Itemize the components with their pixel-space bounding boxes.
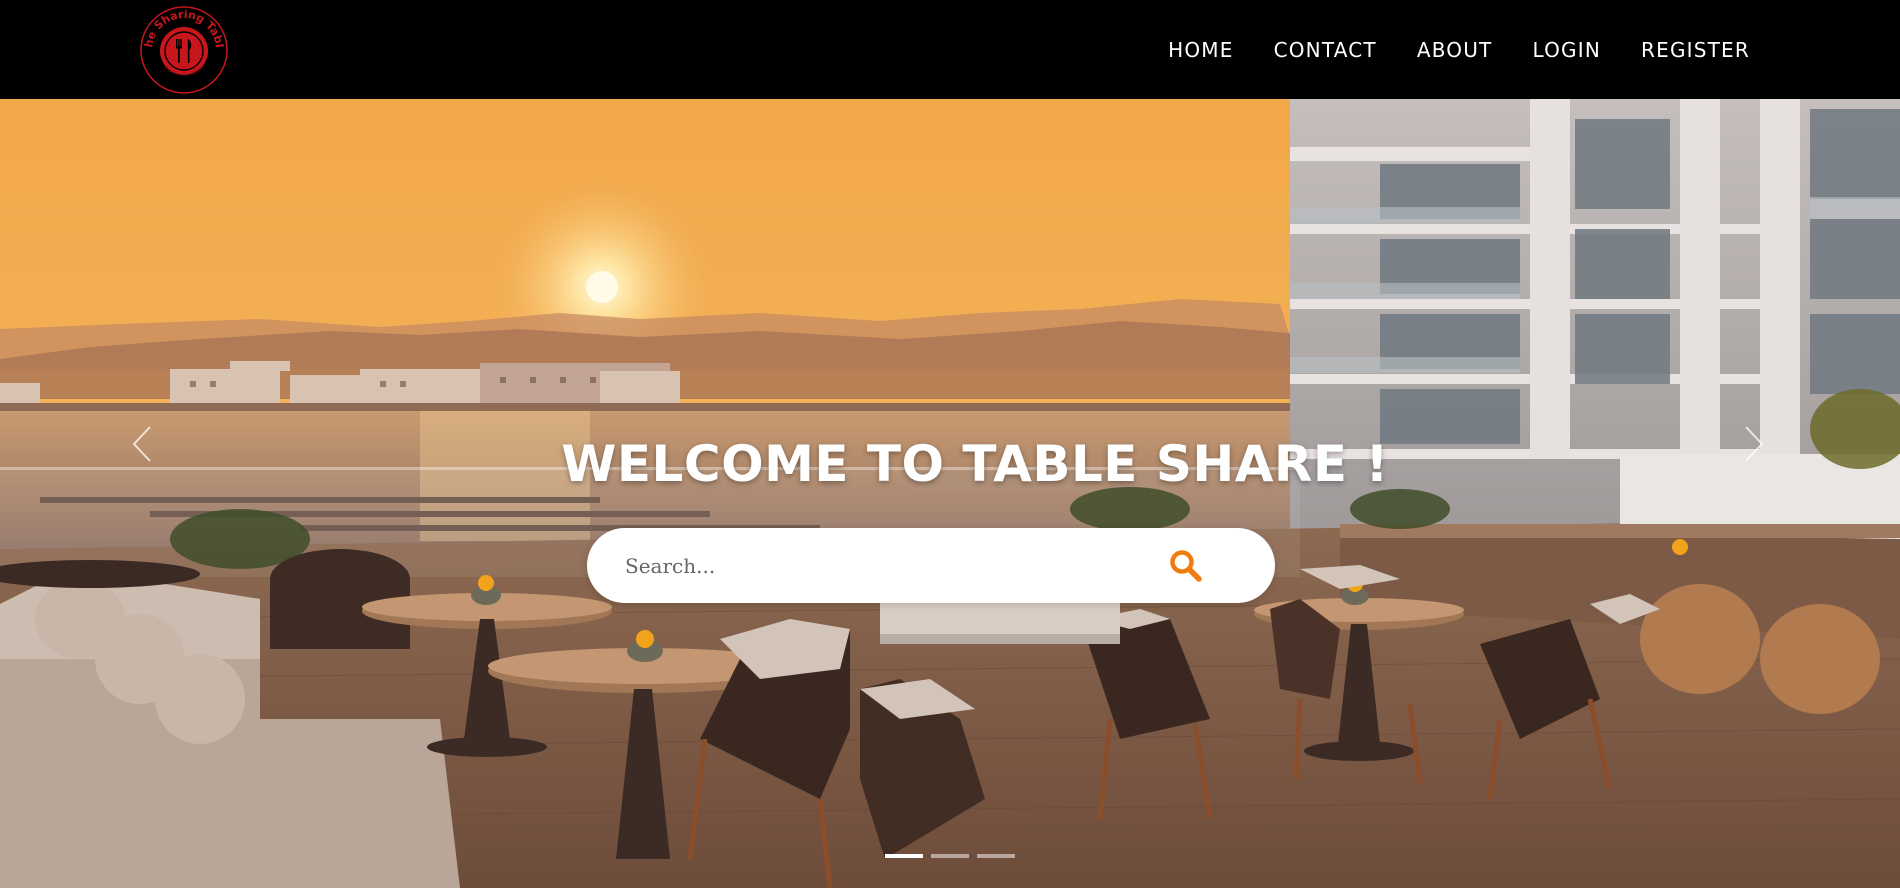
search-bar — [587, 528, 1275, 603]
main-nav: HOME CONTACT ABOUT LOGIN REGISTER — [1168, 0, 1750, 99]
hero-title: WELCOME TO TABLE SHARE ! — [561, 434, 1389, 493]
carousel-indicator-1[interactable] — [885, 854, 923, 858]
search-input[interactable] — [587, 528, 1151, 603]
nav-contact[interactable]: CONTACT — [1274, 38, 1377, 62]
carousel-indicators — [885, 854, 1015, 858]
carousel-prev-button[interactable] — [122, 419, 162, 469]
chevron-left-icon — [132, 426, 151, 462]
nav-about[interactable]: ABOUT — [1417, 38, 1493, 62]
search-button[interactable] — [1151, 531, 1221, 601]
navbar: The Sharing Table share · eat · enjoy HO… — [0, 0, 1900, 99]
hero-background-image — [0, 99, 1900, 888]
nav-home[interactable]: HOME — [1168, 38, 1233, 62]
chevron-right-icon — [1745, 426, 1764, 462]
carousel-indicator-2[interactable] — [931, 854, 969, 858]
nav-register[interactable]: REGISTER — [1641, 38, 1750, 62]
nav-login[interactable]: LOGIN — [1532, 38, 1601, 62]
hero-carousel: WELCOME TO TABLE SHARE ! — [0, 99, 1900, 888]
search-icon — [1170, 549, 1202, 582]
carousel-next-button[interactable] — [1734, 419, 1774, 469]
brand-logo[interactable]: The Sharing Table share · eat · enjoy — [138, 4, 230, 96]
carousel-indicator-3[interactable] — [977, 854, 1015, 858]
